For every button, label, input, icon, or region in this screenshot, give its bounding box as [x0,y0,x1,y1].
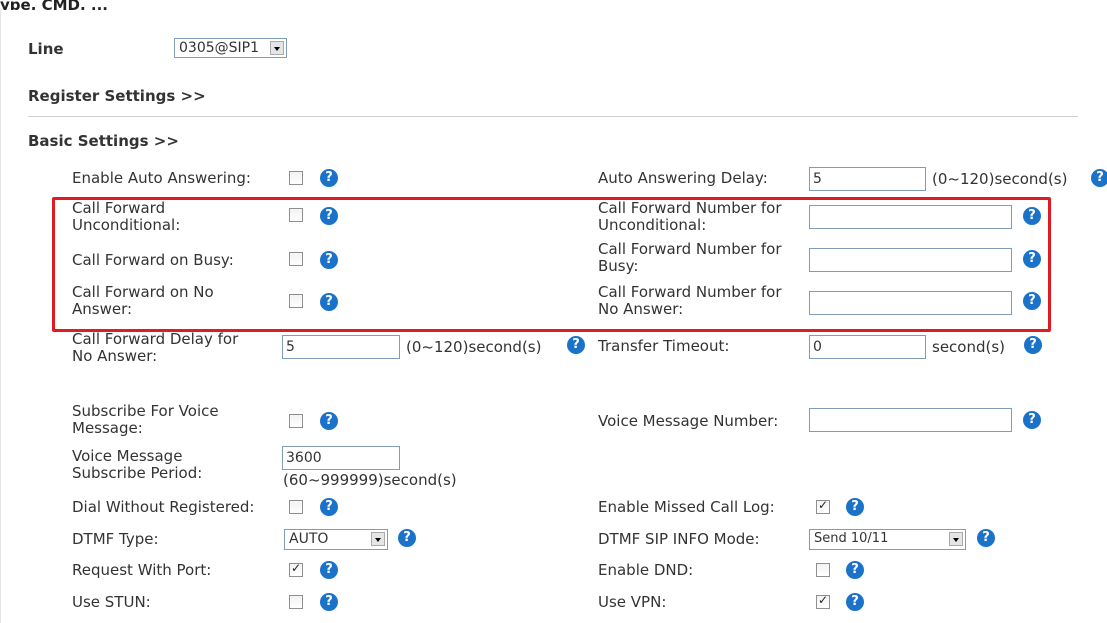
enable-dnd-label: Enable DND: [598,561,694,579]
auto-answer-checkbox[interactable] [289,171,303,185]
dtmf-type-label: DTMF Type: [72,530,159,548]
highlight-box [52,197,1051,332]
sub-voice-checkbox[interactable] [289,414,303,428]
voice-msg-number-label: Voice Message Number: [598,412,779,430]
dial-without-reg-checkbox[interactable] [289,500,303,514]
help-icon[interactable]: ? [320,169,338,187]
dtmf-sip-info-select[interactable]: Send 10/11 [809,529,966,550]
cut-off-text: ype, CMD, ... [0,0,109,10]
dtmf-sip-info-value: Send 10/11 [814,531,889,546]
chevron-down-icon [949,532,963,546]
help-icon[interactable]: ? [846,498,864,516]
voice-msg-number-input[interactable] [809,408,1012,432]
use-stun-label: Use STUN: [72,593,151,611]
missed-call-log-label: Enable Missed Call Log: [598,498,775,516]
dtmf-type-value: AUTO [289,531,329,547]
chevron-down-icon [371,532,385,546]
settings-panel: Line 0305@SIP1 Register Settings >> Basi… [0,10,1107,623]
transfer-timeout-unit: second(s) [932,338,1006,356]
auto-answer-delay-input[interactable]: 5 [809,167,926,191]
enable-dnd-checkbox[interactable] [816,563,830,577]
basic-settings-link[interactable]: Basic Settings >> [28,132,179,150]
chevron-down-icon [270,41,284,55]
help-icon[interactable]: ? [320,561,338,579]
help-icon[interactable]: ? [320,498,338,516]
help-icon[interactable]: ? [846,593,864,611]
help-icon[interactable]: ? [846,561,864,579]
request-with-port-label: Request With Port: [72,561,212,579]
use-vpn-label: Use VPN: [598,593,667,611]
register-settings-link[interactable]: Register Settings >> [28,87,206,105]
dial-without-reg-label: Dial Without Registered: [72,498,255,516]
help-icon[interactable]: ? [1024,336,1042,354]
help-icon[interactable]: ? [320,412,338,430]
divider [28,116,1078,117]
help-icon[interactable]: ? [1091,169,1107,187]
line-select[interactable]: 0305@SIP1 [174,38,287,58]
help-icon[interactable]: ? [320,593,338,611]
dtmf-type-select[interactable]: AUTO [284,529,388,550]
request-with-port-checkbox[interactable] [289,561,303,577]
help-icon[interactable]: ? [1023,411,1041,429]
missed-call-log-checkbox[interactable] [816,498,830,514]
line-label: Line [28,40,64,58]
vm-sub-period-label: Voice Message Subscribe Period: [72,447,203,482]
cf-delay-label: Call Forward Delay for No Answer: [72,330,239,365]
vm-sub-period-unit: (60~999999)second(s) [283,471,457,489]
use-vpn-checkbox[interactable] [816,593,830,609]
cf-delay-unit: (0~120)second(s) [406,338,542,356]
auto-answer-delay-unit: (0~120)second(s) [932,170,1068,188]
transfer-timeout-input[interactable]: 0 [809,335,926,359]
help-icon[interactable]: ? [567,336,585,354]
cf-delay-input[interactable]: 5 [282,335,400,359]
dtmf-sip-info-label: DTMF SIP INFO Mode: [598,530,760,548]
sub-voice-label: Subscribe For Voice Message: [72,402,219,437]
auto-answer-label: Enable Auto Answering: [72,169,251,187]
transfer-timeout-label: Transfer Timeout: [598,337,730,355]
help-icon[interactable]: ? [398,529,416,547]
help-icon[interactable]: ? [977,529,995,547]
auto-answer-delay-label: Auto Answering Delay: [598,169,768,187]
vm-sub-period-input[interactable]: 3600 [282,446,400,470]
line-select-value: 0305@SIP1 [179,40,259,56]
use-stun-checkbox[interactable] [289,595,303,609]
